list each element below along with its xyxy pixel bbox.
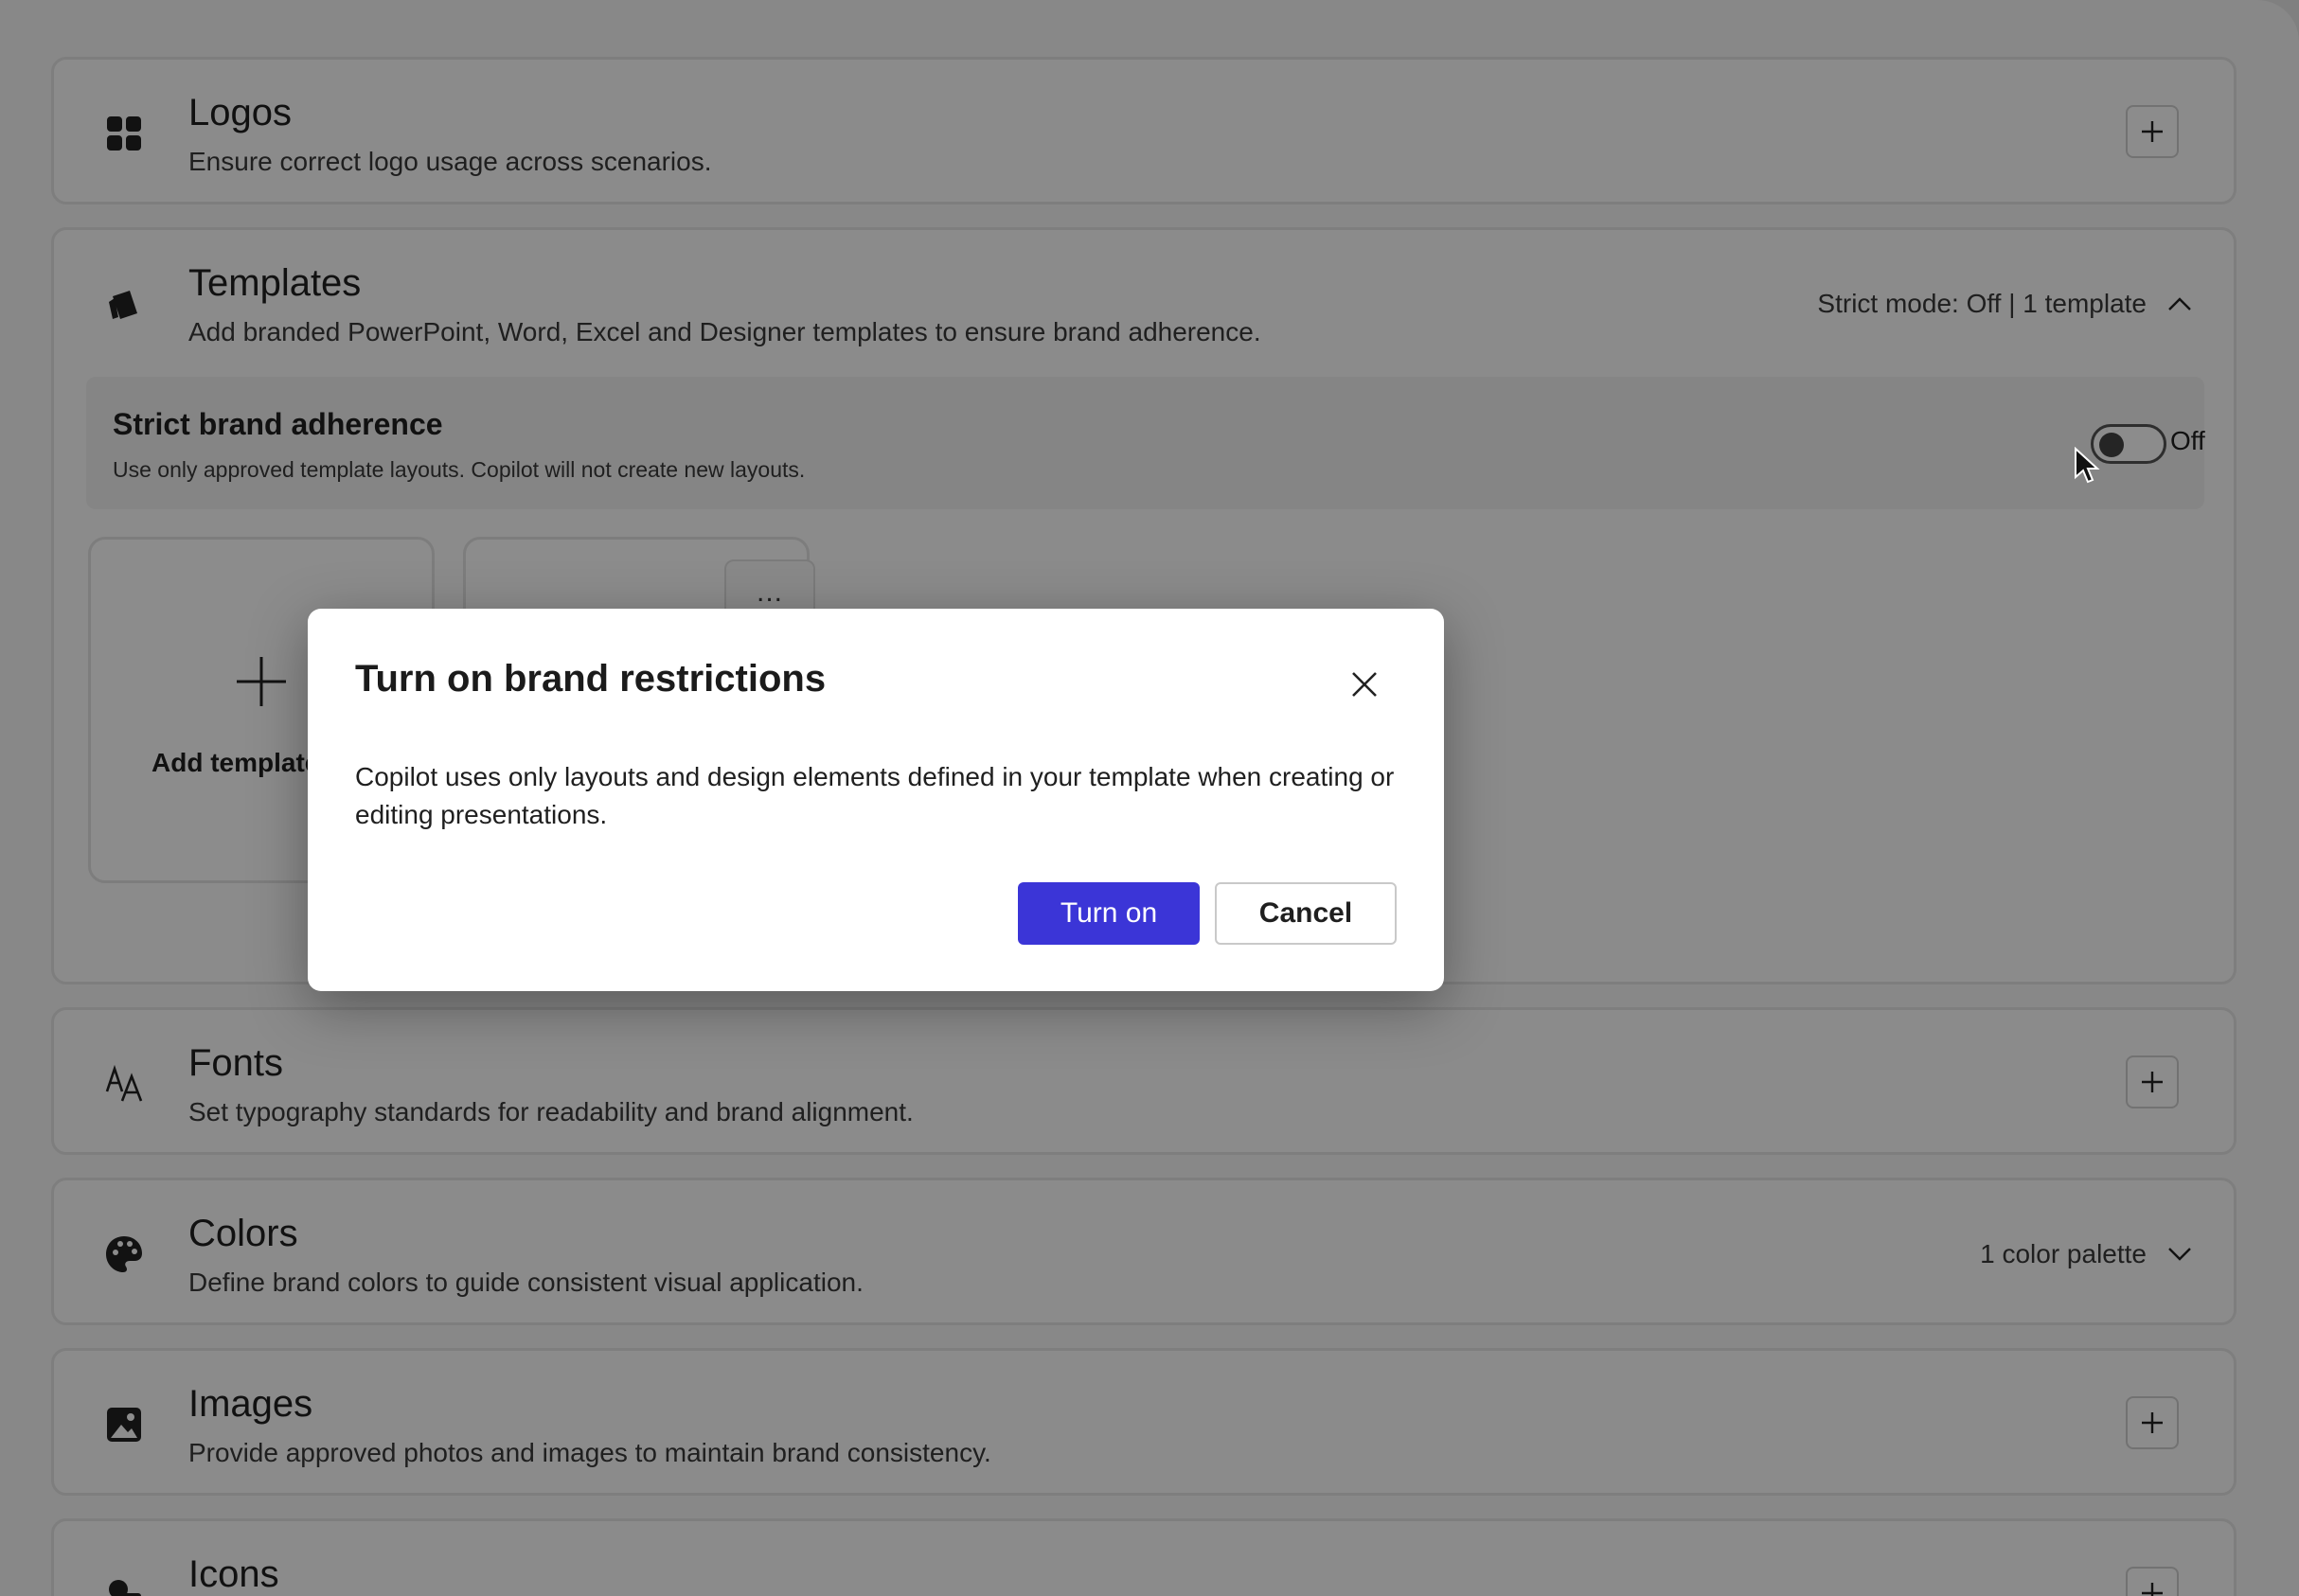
dialog-title: Turn on brand restrictions [355, 658, 827, 700]
mouse-cursor-icon [2074, 446, 2100, 489]
brand-restrictions-dialog: Turn on brand restrictions Copilot uses … [308, 609, 1444, 991]
close-icon[interactable] [1346, 665, 1383, 703]
turn-on-button[interactable]: Turn on [1018, 882, 1200, 945]
dialog-body: Copilot uses only layouts and design ele… [355, 762, 1395, 829]
cancel-button[interactable]: Cancel [1215, 882, 1397, 945]
